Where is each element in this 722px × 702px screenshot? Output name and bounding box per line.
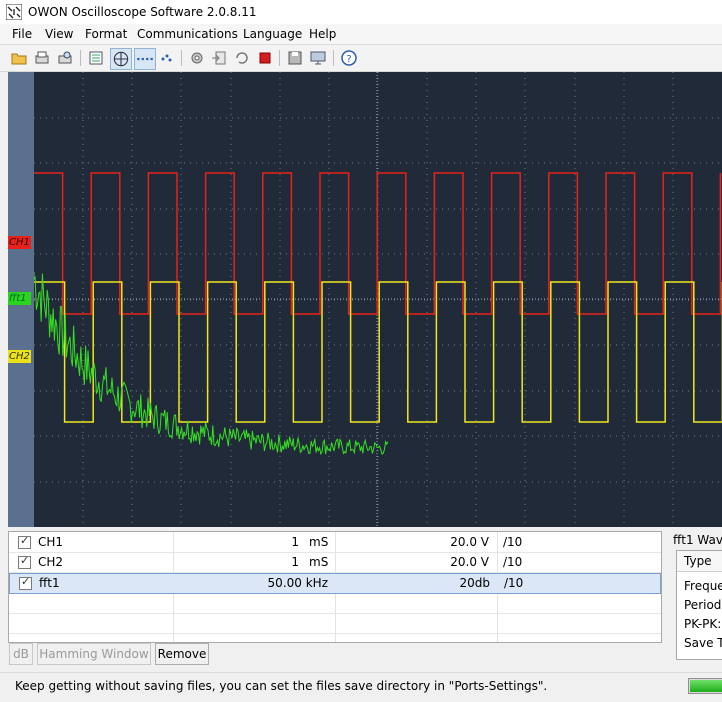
hamming-window-button[interactable]: Hamming Window bbox=[37, 643, 151, 665]
save-icon[interactable] bbox=[286, 49, 304, 67]
menu-language[interactable]: Language bbox=[243, 27, 302, 41]
table-row-selected[interactable]: fft1 50.00 kHz 20db /10 bbox=[9, 573, 661, 594]
window-title: OWON Oscilloscope Software 2.0.8.11 bbox=[28, 5, 257, 19]
timebase-value: 1 bbox=[291, 555, 299, 569]
scale-value: 20db bbox=[459, 576, 490, 590]
time-unit: mS bbox=[309, 535, 329, 549]
toolbar: ? bbox=[0, 45, 722, 72]
panel-frequency-label: Freque bbox=[684, 579, 722, 593]
probe-value: /10 bbox=[503, 555, 523, 569]
probe-value: /10 bbox=[504, 576, 524, 590]
table-row[interactable]: CH1 1 mS 20.0 V /10 bbox=[9, 533, 661, 553]
fft1-checkbox[interactable] bbox=[19, 575, 32, 590]
ch1-marker[interactable]: CH1 bbox=[8, 236, 31, 249]
status-bar: Keep getting without saving files, you c… bbox=[0, 672, 722, 702]
panel-period-label: Period: bbox=[684, 598, 722, 612]
export-icon[interactable] bbox=[210, 49, 228, 67]
fft-wave-panel: fft1 Wave Type Freque Period: PK-PK: Sav… bbox=[664, 528, 722, 670]
table-row[interactable]: CH2 1 mS 20.0 V /10 bbox=[9, 553, 661, 573]
oscilloscope-display[interactable] bbox=[34, 72, 722, 527]
scale-value: 20.0 V bbox=[450, 535, 489, 549]
menu-help[interactable]: Help bbox=[309, 27, 336, 41]
dots-line-icon[interactable] bbox=[134, 48, 156, 70]
channel-name: CH1 bbox=[38, 535, 64, 549]
refresh-icon[interactable] bbox=[233, 49, 251, 67]
ch2-checkbox[interactable] bbox=[18, 554, 31, 569]
menu-communications[interactable]: Communications bbox=[137, 27, 238, 41]
time-unit: mS bbox=[309, 555, 329, 569]
fft-marker[interactable]: fft1 bbox=[8, 292, 31, 305]
progress-fill bbox=[690, 680, 722, 692]
app-icon bbox=[6, 4, 22, 20]
svg-text:?: ? bbox=[346, 54, 351, 65]
menu-format[interactable]: Format bbox=[85, 27, 127, 41]
gear-icon[interactable] bbox=[188, 49, 206, 67]
ch2-marker[interactable]: CH2 bbox=[8, 350, 31, 363]
print-preview-icon[interactable] bbox=[56, 49, 74, 67]
waveform-plot bbox=[34, 72, 722, 527]
progress-bar bbox=[688, 678, 722, 694]
monitor-icon[interactable] bbox=[309, 49, 327, 67]
ch1-checkbox[interactable] bbox=[18, 534, 31, 549]
status-message: Keep getting without saving files, you c… bbox=[15, 679, 548, 693]
channel-name: CH2 bbox=[38, 555, 64, 569]
stop-icon[interactable] bbox=[256, 49, 274, 67]
timebase-value: 50.00 kHz bbox=[267, 576, 328, 590]
panel-save-time-label: Save Ti bbox=[684, 636, 722, 650]
title-bar: OWON Oscilloscope Software 2.0.8.11 bbox=[0, 0, 722, 25]
remove-button[interactable]: Remove bbox=[155, 643, 209, 665]
db-button[interactable]: dB bbox=[9, 643, 33, 665]
channel-table: CH1 1 mS 20.0 V /10 CH2 1 mS 20.0 V /10 … bbox=[8, 531, 662, 643]
table-row-empty bbox=[9, 594, 661, 614]
dots-icon[interactable] bbox=[158, 49, 176, 67]
scale-value: 20.0 V bbox=[450, 555, 489, 569]
panel-title: fft1 Wave bbox=[673, 533, 722, 547]
grid-icon[interactable] bbox=[110, 48, 132, 70]
ch1-trace bbox=[34, 172, 722, 315]
timebase-value: 1 bbox=[291, 535, 299, 549]
menu-bar: File View Format Communications Language… bbox=[0, 24, 722, 45]
menu-view[interactable]: View bbox=[45, 27, 73, 41]
table-row-empty bbox=[9, 614, 661, 634]
open-icon[interactable] bbox=[10, 49, 28, 67]
ch2-trace bbox=[34, 281, 722, 423]
list-icon[interactable] bbox=[87, 49, 105, 67]
help-icon[interactable]: ? bbox=[340, 49, 358, 67]
panel-type-header: Type bbox=[684, 554, 712, 568]
menu-file[interactable]: File bbox=[12, 27, 32, 41]
probe-value: /10 bbox=[503, 535, 523, 549]
panel-pkpk-label: PK-PK: bbox=[684, 617, 722, 631]
channel-name: fft1 bbox=[39, 576, 60, 590]
print-icon[interactable] bbox=[33, 49, 51, 67]
